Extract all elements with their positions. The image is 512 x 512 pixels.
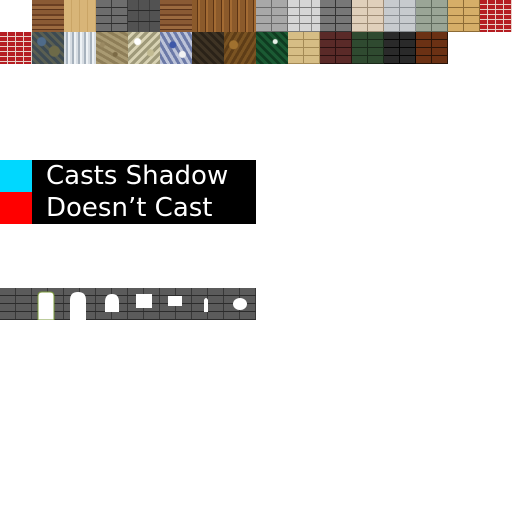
tile-wood-vertical[interactable]	[192, 0, 224, 32]
wall-openings-strip	[0, 288, 256, 320]
window-arch-opening	[105, 294, 119, 312]
door-arch-opening	[37, 291, 55, 320]
openings-svg	[37, 291, 247, 320]
tile-light-brick[interactable]	[256, 0, 288, 32]
tile-red-brick[interactable]	[480, 0, 512, 32]
window-small-opening	[168, 296, 182, 306]
tile-grey-block[interactable]	[320, 0, 352, 32]
tile-sand-stone[interactable]	[64, 0, 96, 32]
tile-maroon-brick[interactable]	[320, 32, 352, 64]
shadow-legend: Casts Shadow Doesn’t Cast	[0, 160, 256, 224]
casts-shadow-label: Casts Shadow	[46, 161, 229, 191]
tile-silver-brick[interactable]	[384, 0, 416, 32]
doesnt-cast-swatch	[0, 192, 32, 224]
tile-gravel[interactable]	[96, 32, 128, 64]
tile-rust-brick[interactable]	[416, 32, 448, 64]
tile-beige-brick[interactable]	[352, 0, 384, 32]
window-square-opening	[136, 294, 152, 308]
tile-grey-brick[interactable]	[96, 0, 128, 32]
doesnt-cast-label: Doesn’t Cast	[46, 193, 213, 223]
tile-dark-green-brick[interactable]	[352, 32, 384, 64]
tile-ice-crystal[interactable]	[64, 32, 96, 64]
tile-dark-mud[interactable]	[192, 32, 224, 64]
tile-red-brick-2[interactable]	[0, 32, 32, 64]
tile-green-grey-brick[interactable]	[416, 0, 448, 32]
door-arch-opening-2	[70, 292, 86, 320]
tile-brown-rock[interactable]	[224, 32, 256, 64]
tile-tan-brick[interactable]	[448, 0, 480, 32]
window-slit-opening	[204, 298, 208, 312]
tile-wood-planks-2[interactable]	[160, 0, 192, 32]
tile-wood-planks[interactable]	[32, 0, 64, 32]
casts-shadow-swatch	[0, 160, 32, 192]
tile-blue-pebble[interactable]	[160, 32, 192, 64]
window-round-opening	[233, 298, 247, 310]
tile-wood-vertical-2[interactable]	[224, 0, 256, 32]
tile-black-brick[interactable]	[384, 32, 416, 64]
tile-green-moss[interactable]	[256, 32, 288, 64]
tile-white-stone[interactable]	[288, 0, 320, 32]
tile-dark-stone[interactable]	[128, 0, 160, 32]
tile-pebble[interactable]	[128, 32, 160, 64]
tile-mixed-rock[interactable]	[32, 32, 64, 64]
tile-wheat-brick[interactable]	[288, 32, 320, 64]
